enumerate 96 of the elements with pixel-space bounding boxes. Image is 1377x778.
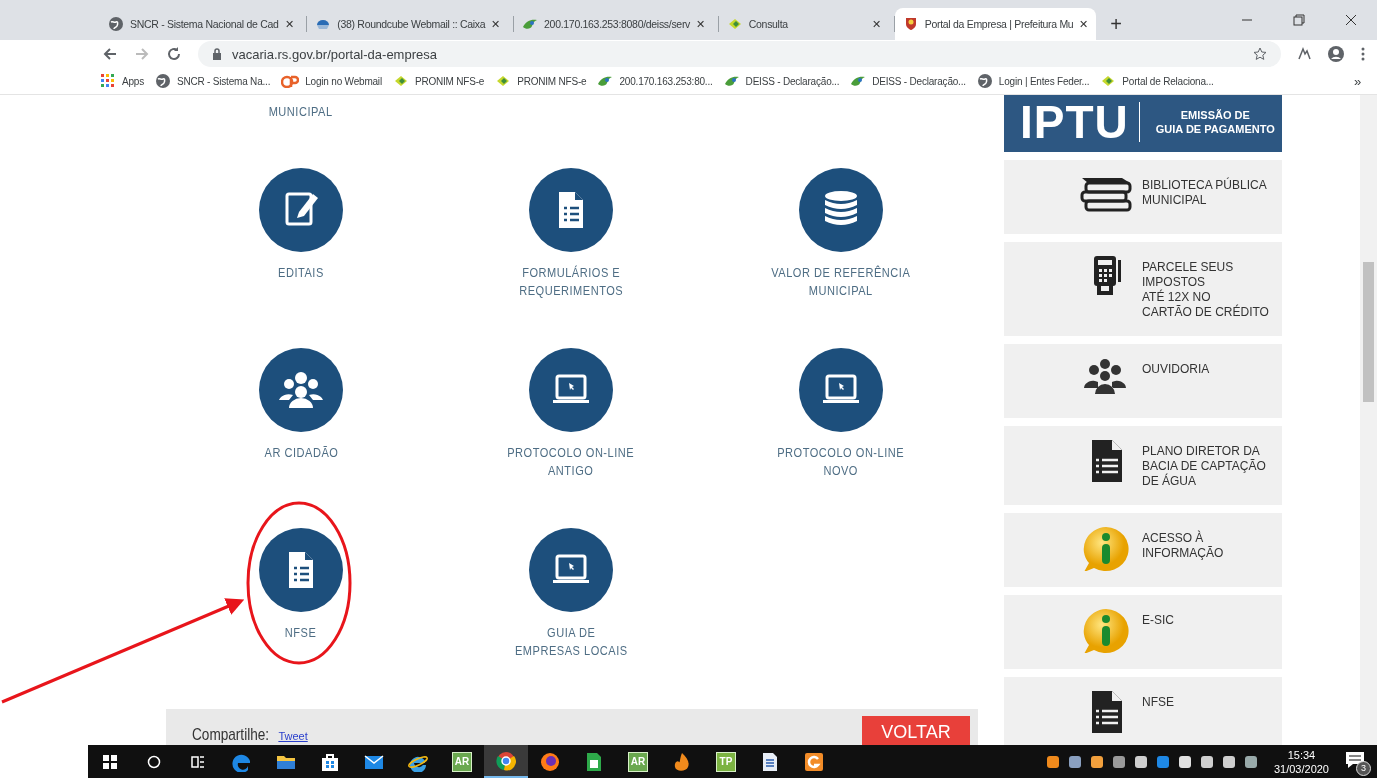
time-text: 15:34: [1287, 747, 1316, 762]
back-arrow-icon[interactable]: [102, 46, 118, 62]
browser-tab[interactable]: Portal da Empresa | Prefeitura Mu ✕: [894, 8, 1097, 40]
sidebar-link-label: ACESSO À INFORMAÇÃO: [1142, 529, 1224, 562]
service-label[interactable]: MUNICIPAL: [269, 103, 333, 168]
laptop-icon[interactable]: [529, 348, 613, 432]
globe-icon: [155, 73, 171, 89]
service-label[interactable]: NFSE: [285, 624, 317, 642]
message-icon: [1345, 750, 1365, 769]
restore-icon[interactable]: [1293, 14, 1305, 26]
bookmark[interactable]: Login | Entes Feder...: [976, 73, 1090, 89]
service-label[interactable]: GUIA DE EMPRESAS LOCAIS: [514, 624, 628, 660]
scrollbar[interactable]: [1360, 95, 1377, 745]
shopping-bag-icon[interactable]: [320, 751, 340, 772]
tray-icon[interactable]: [1045, 754, 1060, 769]
tray-icon[interactable]: [1111, 754, 1126, 769]
bookmark[interactable]: SNCR - Sistema Na...: [155, 73, 271, 89]
sidebar-link-card[interactable]: OUVIDORIA: [1004, 344, 1282, 418]
app-logo-icon[interactable]: [804, 751, 824, 772]
windows-logo-icon[interactable]: [103, 754, 117, 769]
clock[interactable]: 15:34 31/03/2020: [1273, 747, 1329, 776]
service-label[interactable]: PROTOCOLO ON-LINE ANTIGO: [507, 444, 635, 480]
bookmark[interactable]: Login no Webmail: [281, 74, 382, 88]
sidebar-link-label: PLANO DIRETOR DA BACIA DE CAPTAÇÃO DE ÁGUA: [1142, 443, 1266, 489]
document-pencil-icon[interactable]: [259, 168, 343, 252]
document-list-icon[interactable]: [259, 528, 343, 612]
banner-subtitle: EMISSÃO DE GUIA DE PAGAMENTO: [1155, 108, 1275, 136]
tray-icon[interactable]: [1177, 754, 1192, 769]
tray-icon[interactable]: [1133, 754, 1148, 769]
fox-globe-icon[interactable]: [540, 751, 560, 772]
close-tab-icon[interactable]: ✕: [1079, 17, 1089, 31]
address-bar[interactable]: vacaria.rs.gov.br/portal-da-empresa: [198, 41, 1281, 67]
lock-icon: [212, 48, 222, 60]
flame-icon[interactable]: [673, 751, 691, 772]
sidebar-link-card[interactable]: ACESSO À INFORMAÇÃO: [1004, 513, 1282, 587]
menu-icon[interactable]: [1361, 47, 1365, 61]
service-label[interactable]: FORMULÁRIOS E REQUERIMENTOS: [518, 264, 623, 300]
people-group-icon[interactable]: [259, 348, 343, 432]
spreadsheet-icon[interactable]: [586, 751, 602, 772]
tray-icon[interactable]: [1221, 754, 1236, 769]
bookmark[interactable]: Portal de Relaciona...: [1100, 73, 1214, 89]
envelope-icon[interactable]: [364, 753, 384, 770]
bookmark[interactable]: 200.170.163.253:80...: [597, 73, 713, 89]
task-view-icon[interactable]: [191, 754, 205, 769]
service-label[interactable]: EDITAIS: [278, 264, 324, 282]
profile-icon[interactable]: [1327, 45, 1345, 63]
globe-icon: [108, 16, 124, 32]
tray-icon[interactable]: [1243, 754, 1258, 769]
star-icon[interactable]: [1253, 47, 1267, 61]
sidebar-link-card[interactable]: E-SIC: [1004, 595, 1282, 669]
bookmark[interactable]: DEISS - Declaração...: [850, 73, 966, 89]
extension-icon[interactable]: [1297, 47, 1311, 61]
tray-icon[interactable]: [1089, 754, 1104, 769]
sidebar-link-label: OUVIDORIA: [1142, 361, 1210, 378]
laptop-icon[interactable]: [529, 528, 613, 612]
document-list-icon[interactable]: [529, 168, 613, 252]
service-label[interactable]: VALOR DE REFERÊNCIA MUNICIPAL: [771, 264, 911, 300]
date-text: 31/03/2020: [1273, 761, 1329, 776]
apps-grid-icon[interactable]: [100, 73, 116, 89]
close-icon[interactable]: [1345, 14, 1357, 26]
document-icon[interactable]: [762, 751, 778, 772]
laptop-icon[interactable]: [799, 348, 883, 432]
sidebar-link-card[interactable]: BIBLIOTECA PÚBLICA MUNICIPAL: [1004, 160, 1282, 234]
sidebar-link-card[interactable]: PLANO DIRETOR DA BACIA DE CAPTAÇÃO DE ÁGUA: [1004, 426, 1282, 505]
back-button[interactable]: VOLTAR: [862, 716, 970, 745]
close-tab-icon[interactable]: ✕: [284, 17, 294, 31]
bookmark[interactable]: DEISS - Declaração...: [723, 73, 840, 89]
more-bookmarks-button[interactable]: »: [1353, 73, 1361, 89]
bookmark[interactable]: PRONIM NFS-e: [392, 73, 485, 89]
sidebar-link-label: PARCELE SEUS IMPOSTOS ATÉ 12X NO CARTÃO DE CRÉDITO: [1142, 259, 1269, 320]
sidebar-link-label: E-SIC: [1142, 612, 1174, 629]
new-tab-button[interactable]: +: [1110, 13, 1122, 36]
globe-icon: [976, 73, 993, 89]
search-icon[interactable]: [147, 754, 161, 769]
iptu-banner[interactable]: IPTU EMISSÃO DE GUIA DE PAGAMENTO: [1004, 95, 1282, 152]
tray-icon[interactable]: [1199, 754, 1214, 769]
close-tab-icon[interactable]: ✕: [696, 17, 705, 31]
share-label: Compartilhe:: [192, 725, 270, 745]
tray-icon[interactable]: [1067, 754, 1082, 769]
sidebar-link-card[interactable]: NFSE: [1004, 677, 1282, 745]
banner-title: IPTU: [1020, 95, 1129, 149]
service-label[interactable]: PROTOCOLO ON-LINE NOVO: [777, 444, 905, 480]
tweet-link[interactable]: Tweet: [278, 730, 308, 742]
scrollbar-thumb[interactable]: [1363, 262, 1374, 402]
bookmark[interactable]: PRONIM NFS-e: [495, 73, 587, 89]
sidebar-link-card[interactable]: PARCELE SEUS IMPOSTOS ATÉ 12X NO CARTÃO DE CRÉDITO: [1004, 242, 1282, 336]
cp-logo-icon: [281, 74, 300, 88]
service-label[interactable]: AR CIDADÃO: [264, 444, 338, 462]
sidebar-link-label: NFSE: [1142, 694, 1174, 711]
chrome-logo-icon[interactable]: [496, 750, 516, 771]
bookmark[interactable]: Apps: [100, 73, 144, 89]
sidebar-link-label: BIBLIOTECA PÚBLICA MUNICIPAL: [1142, 176, 1267, 209]
coin-stack-icon[interactable]: [799, 168, 883, 252]
reload-icon[interactable]: [166, 46, 182, 62]
close-tab-icon[interactable]: ✕: [491, 17, 501, 31]
close-tab-icon[interactable]: ✕: [872, 17, 881, 31]
